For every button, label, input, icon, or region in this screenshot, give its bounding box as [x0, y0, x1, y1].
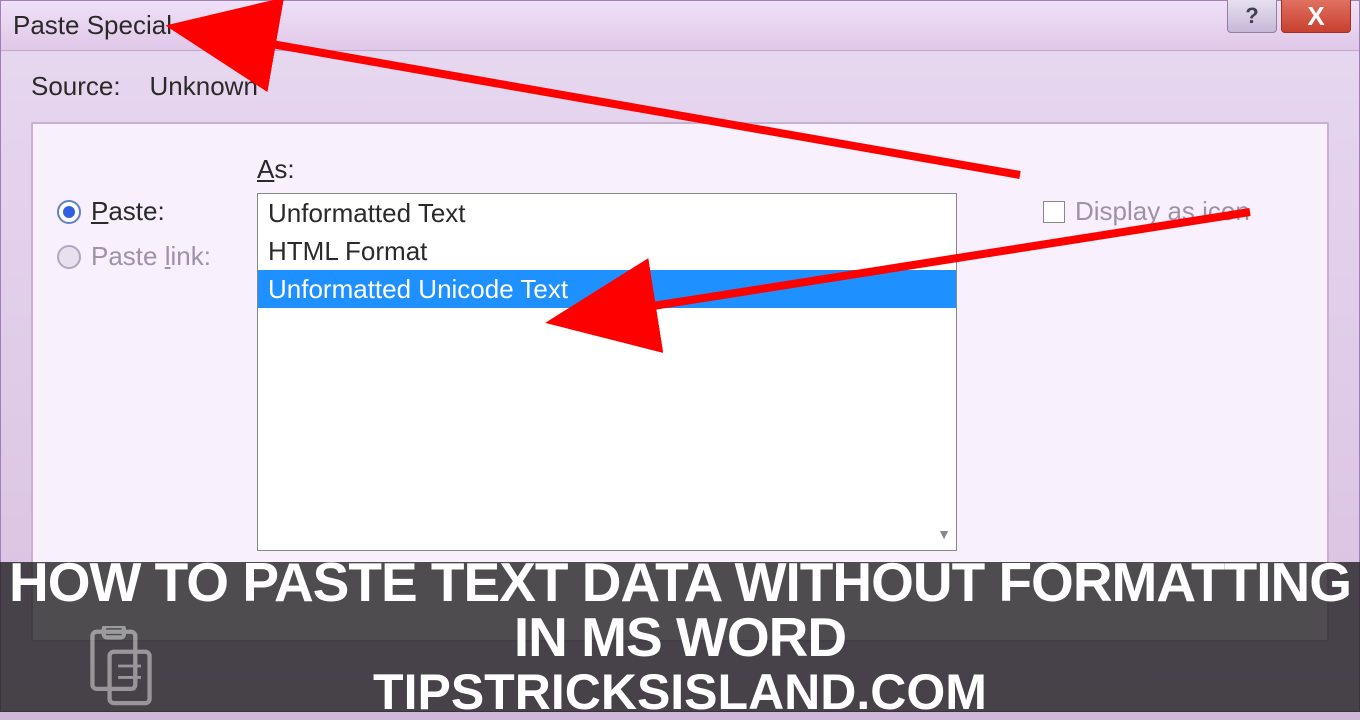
help-button[interactable]: ? [1227, 0, 1277, 33]
radio-icon[interactable] [57, 200, 81, 224]
as-label: As: [257, 154, 1023, 185]
list-item[interactable]: HTML Format [258, 232, 956, 270]
list-item[interactable]: Unformatted Text [258, 194, 956, 232]
banner-subtitle: TIPSTRICKSISLAND.COM [373, 665, 987, 720]
clipboard-icon [86, 626, 156, 706]
source-value: Unknown [150, 71, 258, 101]
close-button[interactable]: X [1281, 0, 1351, 33]
right-column: Display as icon [1043, 154, 1303, 610]
window-controls: ? X [1227, 0, 1351, 33]
display-icon-label: Display as icon [1075, 196, 1250, 227]
radio-icon [57, 245, 81, 269]
caption-banner: HOW TO PASTE TEXT DATA WITHOUT FORMATTIN… [0, 562, 1360, 712]
paste-link-radio-row: Paste link: [57, 241, 237, 272]
radio-group: Paste: Paste link: [57, 154, 237, 610]
format-listbox[interactable]: Unformatted Text HTML Format Unformatted… [257, 193, 957, 551]
banner-title: HOW TO PASTE TEXT DATA WITHOUT FORMATTIN… [0, 555, 1360, 665]
paste-link-radio-label: Paste link: [91, 241, 211, 272]
source-label: Source: [31, 71, 121, 101]
titlebar: Paste Special ? X [1, 1, 1359, 51]
checkbox-icon [1043, 201, 1065, 223]
chevron-down-icon[interactable]: ▼ [934, 526, 954, 546]
dialog-title: Paste Special [13, 10, 172, 41]
paste-radio-row[interactable]: Paste: [57, 196, 237, 227]
paste-radio-label: Paste: [91, 196, 165, 227]
list-item[interactable]: Unformatted Unicode Text [258, 270, 956, 308]
source-row: Source: Unknown [31, 71, 1329, 102]
display-icon-row: Display as icon [1043, 196, 1303, 227]
as-column: As: Unformatted Text HTML Format Unforma… [257, 154, 1023, 610]
